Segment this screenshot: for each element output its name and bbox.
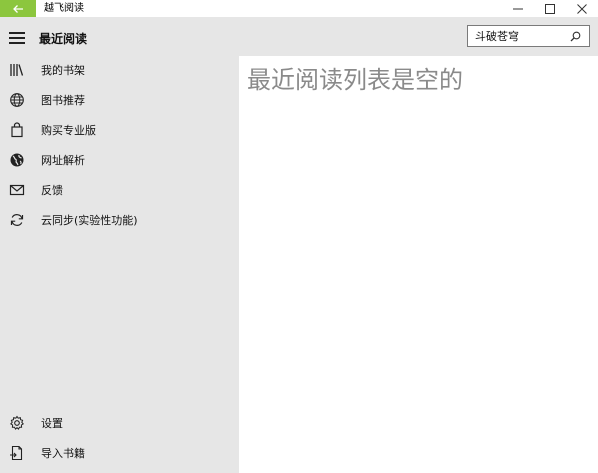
nav-item-url-parse[interactable]: 网址解析: [0, 147, 239, 173]
nav-item-label: 图书推荐: [41, 94, 85, 107]
hamburger-menu-icon[interactable]: [0, 25, 34, 51]
minimize-icon: [513, 8, 523, 9]
nav-item-recommend[interactable]: 图书推荐: [0, 87, 239, 113]
nav-item-label: 设置: [41, 417, 63, 430]
empty-list-message: 最近阅读列表是空的: [247, 66, 463, 94]
nav-item-bookshelf[interactable]: 我的书架: [0, 57, 239, 83]
search-box[interactable]: [467, 25, 590, 47]
nav-item-feedback[interactable]: 反馈: [0, 177, 239, 203]
maximize-icon: [545, 3, 555, 14]
nav-item-settings[interactable]: 设置: [0, 410, 239, 436]
navigation-pane: 最近阅读 我的书架 图书推荐 购买专业版 网址解析 反馈 云同步(实验性功能) …: [0, 17, 239, 473]
back-arrow-icon: [13, 4, 23, 13]
nav-item-label: 网址解析: [41, 154, 85, 167]
close-button[interactable]: [566, 0, 598, 17]
nav-item-label: 购买专业版: [41, 124, 96, 137]
gear-icon: [0, 410, 34, 436]
nav-item-buy-pro[interactable]: 购买专业版: [0, 117, 239, 143]
main-content: 最近阅读列表是空的: [239, 56, 598, 466]
shopping-bag-icon: [0, 117, 34, 143]
search-icon: [570, 31, 580, 41]
nav-item-label: 导入书籍: [41, 447, 85, 460]
app-title: 越飞阅读: [44, 3, 84, 14]
nav-item-import-books[interactable]: 导入书籍: [0, 440, 239, 466]
earth-icon: [0, 147, 34, 173]
maximize-button[interactable]: [534, 0, 566, 17]
nav-item-label: 我的书架: [41, 64, 85, 77]
title-bar: 越飞阅读: [0, 0, 598, 17]
import-file-icon: [0, 440, 34, 466]
mail-icon: [0, 177, 34, 203]
nav-header: 最近阅读: [0, 25, 239, 51]
back-button[interactable]: [0, 0, 36, 17]
minimize-button[interactable]: [502, 0, 534, 17]
search-button[interactable]: [564, 26, 586, 46]
globe-icon: [0, 87, 34, 113]
page-title: 最近阅读: [39, 31, 88, 46]
bookshelf-icon: [0, 57, 34, 83]
window-controls: [502, 0, 598, 17]
search-input[interactable]: [468, 26, 564, 46]
close-icon: [577, 3, 587, 14]
nav-item-label: 云同步(实验性功能): [41, 214, 138, 227]
nav-item-label: 反馈: [41, 184, 63, 197]
sync-icon: [0, 207, 34, 233]
nav-item-cloud-sync[interactable]: 云同步(实验性功能): [0, 207, 239, 233]
